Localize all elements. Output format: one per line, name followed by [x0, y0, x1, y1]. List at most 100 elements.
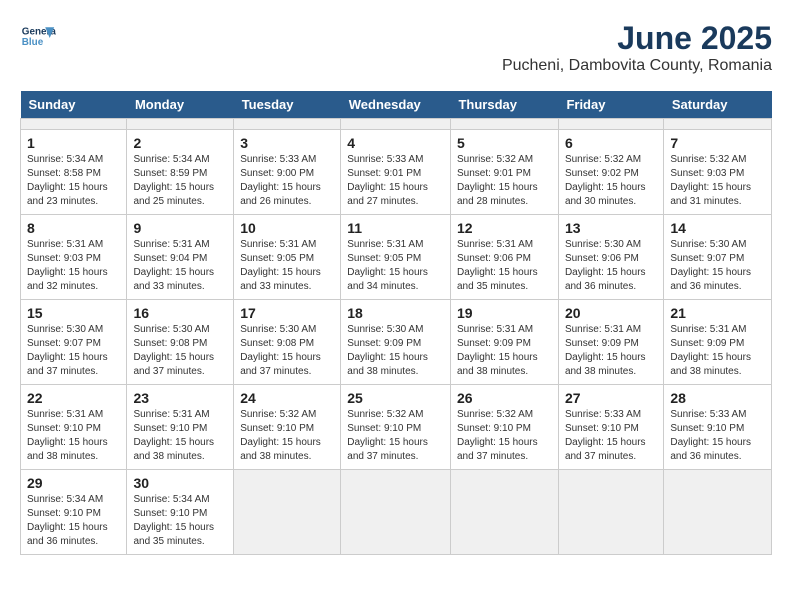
day-info: Sunrise: 5:33 AMSunset: 9:00 PMDaylight:…: [240, 153, 334, 209]
day-info: Sunrise: 5:32 AMSunset: 9:01 PMDaylight:…: [457, 153, 552, 209]
day-number: 29: [27, 475, 120, 491]
day-number: 28: [670, 390, 765, 406]
day-cell: 1 Sunrise: 5:34 AMSunset: 8:58 PMDaylight…: [21, 130, 127, 215]
day-cell: 2Sunrise: 5:34 AMSunset: 8:59 PMDaylight…: [127, 130, 234, 215]
day-info: Sunrise: 5:33 AMSunset: 9:10 PMDaylight:…: [670, 408, 765, 464]
day-number: 4: [347, 135, 444, 151]
day-info: Sunrise: 5:31 AMSunset: 9:05 PMDaylight:…: [240, 238, 334, 294]
day-cell: [21, 119, 127, 130]
day-number: 18: [347, 305, 444, 321]
svg-text:Blue: Blue: [22, 37, 44, 48]
day-info: Sunrise: 5:31 AMSunset: 9:09 PMDaylight:…: [670, 323, 765, 379]
calendar-body: 1 Sunrise: 5:34 AMSunset: 8:58 PMDaylight…: [21, 119, 772, 555]
logo: General Blue: [20, 20, 60, 56]
day-cell: [234, 119, 341, 130]
day-header-friday: Friday: [558, 91, 663, 119]
day-cell: 24Sunrise: 5:32 AMSunset: 9:10 PMDayligh…: [234, 385, 341, 470]
day-cell: [558, 470, 663, 555]
day-cell: 15 Sunrise: 5:30 AMSunset: 9:07 PMDayligh…: [21, 300, 127, 385]
day-info: Sunrise: 5:31 AMSunset: 9:05 PMDaylight:…: [347, 238, 444, 294]
day-cell: 17Sunrise: 5:30 AMSunset: 9:08 PMDayligh…: [234, 300, 341, 385]
day-cell: 12 Sunrise: 5:31 AMSunset: 9:06 PMDayligh…: [450, 215, 558, 300]
day-cell: [234, 470, 341, 555]
day-info: Sunrise: 5:33 AMSunset: 9:01 PMDaylight:…: [347, 153, 444, 209]
day-cell: 21 Sunrise: 5:31 AMSunset: 9:09 PMDayligh…: [664, 300, 772, 385]
day-info: Sunrise: 5:32 AMSunset: 9:03 PMDaylight:…: [670, 153, 765, 209]
day-number: 24: [240, 390, 334, 406]
logo-icon: General Blue: [20, 20, 56, 56]
day-header-wednesday: Wednesday: [341, 91, 451, 119]
day-info: Sunrise: 5:34 AMSunset: 9:10 PMDaylight:…: [27, 493, 120, 549]
day-header-monday: Monday: [127, 91, 234, 119]
day-info: Sunrise: 5:31 AMSunset: 9:06 PMDaylight:…: [457, 238, 552, 294]
day-cell: [341, 119, 451, 130]
day-number: 6: [565, 135, 657, 151]
week-row-1: 1 Sunrise: 5:34 AMSunset: 8:58 PMDaylight…: [21, 130, 772, 215]
day-number: 25: [347, 390, 444, 406]
day-number: 8: [27, 220, 120, 236]
day-number: 20: [565, 305, 657, 321]
day-cell: 20Sunrise: 5:31 AMSunset: 9:09 PMDayligh…: [558, 300, 663, 385]
day-info: Sunrise: 5:34 AMSunset: 8:58 PMDaylight:…: [27, 153, 120, 209]
day-number: 11: [347, 220, 444, 236]
day-info: Sunrise: 5:32 AMSunset: 9:02 PMDaylight:…: [565, 153, 657, 209]
day-number: 27: [565, 390, 657, 406]
week-row-2: 8 Sunrise: 5:31 AMSunset: 9:03 PMDaylight…: [21, 215, 772, 300]
day-cell: 25 Sunrise: 5:32 AMSunset: 9:10 PMDayligh…: [341, 385, 451, 470]
day-info: Sunrise: 5:30 AMSunset: 9:08 PMDaylight:…: [133, 323, 227, 379]
day-cell: 8 Sunrise: 5:31 AMSunset: 9:03 PMDaylight…: [21, 215, 127, 300]
day-cell: 28 Sunrise: 5:33 AMSunset: 9:10 PMDayligh…: [664, 385, 772, 470]
day-number: 16: [133, 305, 227, 321]
day-cell: 4 Sunrise: 5:33 AMSunset: 9:01 PMDaylight…: [341, 130, 451, 215]
day-cell: 11 Sunrise: 5:31 AMSunset: 9:05 PMDayligh…: [341, 215, 451, 300]
day-cell: [450, 119, 558, 130]
day-cell: 23 Sunrise: 5:31 AMSunset: 9:10 PMDayligh…: [127, 385, 234, 470]
day-number: 23: [133, 390, 227, 406]
day-info: Sunrise: 5:30 AMSunset: 9:07 PMDaylight:…: [27, 323, 120, 379]
day-number: 15: [27, 305, 120, 321]
day-number: 19: [457, 305, 552, 321]
day-cell: 9Sunrise: 5:31 AMSunset: 9:04 PMDaylight…: [127, 215, 234, 300]
day-number: 14: [670, 220, 765, 236]
day-number: 17: [240, 305, 334, 321]
location-title: Pucheni, Dambovita County, Romania: [502, 57, 772, 75]
day-number: 30: [133, 475, 227, 491]
week-row-3: 15 Sunrise: 5:30 AMSunset: 9:07 PMDayligh…: [21, 300, 772, 385]
week-row-5: 29 Sunrise: 5:34 AMSunset: 9:10 PMDayligh…: [21, 470, 772, 555]
day-number: 2: [133, 135, 227, 151]
day-number: 5: [457, 135, 552, 151]
day-info: Sunrise: 5:32 AMSunset: 9:10 PMDaylight:…: [347, 408, 444, 464]
day-header-thursday: Thursday: [450, 91, 558, 119]
day-number: 12: [457, 220, 552, 236]
day-cell: 5 Sunrise: 5:32 AMSunset: 9:01 PMDaylight…: [450, 130, 558, 215]
day-cell: 29 Sunrise: 5:34 AMSunset: 9:10 PMDayligh…: [21, 470, 127, 555]
day-cell: 10Sunrise: 5:31 AMSunset: 9:05 PMDayligh…: [234, 215, 341, 300]
day-cell: 18Sunrise: 5:30 AMSunset: 9:09 PMDayligh…: [341, 300, 451, 385]
day-cell: 13Sunrise: 5:30 AMSunset: 9:06 PMDayligh…: [558, 215, 663, 300]
day-info: Sunrise: 5:31 AMSunset: 9:10 PMDaylight:…: [27, 408, 120, 464]
calendar-table: SundayMondayTuesdayWednesdayThursdayFrid…: [20, 91, 772, 555]
day-header-saturday: Saturday: [664, 91, 772, 119]
week-row-0: [21, 119, 772, 130]
title-section: June 2025 Pucheni, Dambovita County, Rom…: [502, 20, 772, 75]
day-info: Sunrise: 5:31 AMSunset: 9:04 PMDaylight:…: [133, 238, 227, 294]
day-cell: [341, 470, 451, 555]
day-header-sunday: Sunday: [21, 91, 127, 119]
day-number: 26: [457, 390, 552, 406]
day-number: 1: [27, 135, 120, 151]
day-info: Sunrise: 5:31 AMSunset: 9:03 PMDaylight:…: [27, 238, 120, 294]
calendar-header-row: SundayMondayTuesdayWednesdayThursdayFrid…: [21, 91, 772, 119]
day-number: 22: [27, 390, 120, 406]
week-row-4: 22 Sunrise: 5:31 AMSunset: 9:10 PMDayligh…: [21, 385, 772, 470]
day-number: 13: [565, 220, 657, 236]
day-cell: 16 Sunrise: 5:30 AMSunset: 9:08 PMDayligh…: [127, 300, 234, 385]
day-info: Sunrise: 5:30 AMSunset: 9:07 PMDaylight:…: [670, 238, 765, 294]
day-cell: 14 Sunrise: 5:30 AMSunset: 9:07 PMDayligh…: [664, 215, 772, 300]
day-info: Sunrise: 5:31 AMSunset: 9:10 PMDaylight:…: [133, 408, 227, 464]
day-cell: 30 Sunrise: 5:34 AMSunset: 9:10 PMDayligh…: [127, 470, 234, 555]
day-number: 21: [670, 305, 765, 321]
day-cell: [127, 119, 234, 130]
day-cell: [664, 119, 772, 130]
day-info: Sunrise: 5:34 AMSunset: 9:10 PMDaylight:…: [133, 493, 227, 549]
day-info: Sunrise: 5:33 AMSunset: 9:10 PMDaylight:…: [565, 408, 657, 464]
